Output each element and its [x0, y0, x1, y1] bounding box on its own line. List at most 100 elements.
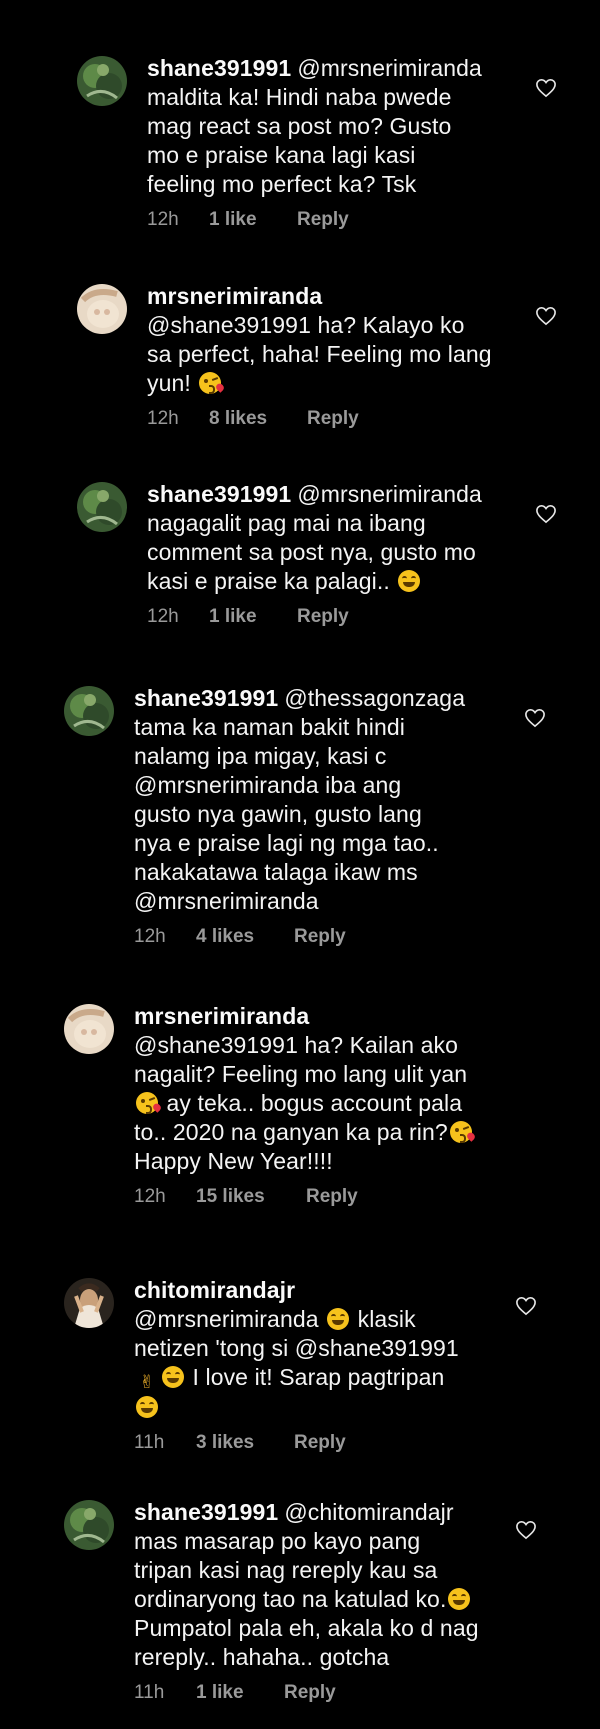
reply-button[interactable]: Reply	[297, 606, 349, 628]
heart-outline-icon[interactable]	[524, 708, 546, 728]
comment-text: chitomirandajr @mrsnerimiranda klasik ne…	[134, 1276, 504, 1422]
comment-body: shane391991 @chitomirandajr mas masarap p…	[134, 1498, 504, 1704]
face-blowing-kiss-emoji	[449, 1121, 477, 1143]
comment-line: @mrsnerimiranda	[134, 888, 319, 914]
comment-likes[interactable]: 4 likes	[196, 926, 294, 948]
comment-line: gusto nya gawin, gusto lang	[134, 801, 422, 827]
comment-body: mrsnerimiranda @shane391991 ha? Kailan a…	[134, 1002, 504, 1208]
comment-username[interactable]: chitomirandajr	[134, 1277, 295, 1303]
comment-line: ordinaryong tao na katulad ko.	[134, 1585, 504, 1614]
avatar[interactable]	[64, 1500, 114, 1550]
comment-likes[interactable]: 1 like	[209, 209, 297, 231]
comment-line-text: ay teka.. bogus account pala	[166, 1090, 463, 1116]
heart-outline-icon[interactable]	[515, 1520, 537, 1540]
mention-link[interactable]: @thessagonzaga	[284, 685, 465, 711]
comment-line: tripan kasi nag rereply kau sa	[134, 1557, 438, 1583]
comment-body: shane391991 @mrsnerimiranda nagagalit pag…	[147, 480, 517, 628]
comment-line	[134, 1393, 504, 1422]
comment-line: tama ka naman bakit hindi	[134, 714, 405, 740]
comment-line: mo e praise kana lagi kasi	[147, 142, 416, 168]
grinning-emoji	[162, 1366, 184, 1388]
comment-username[interactable]: mrsnerimiranda	[147, 283, 322, 309]
comment-line: @mrsnerimiranda iba ang	[134, 772, 402, 798]
reply-button[interactable]: Reply	[284, 1682, 336, 1704]
mention-link[interactable]: @mrsnerimiranda	[297, 55, 482, 81]
comment-username[interactable]: shane391991	[147, 481, 291, 507]
comment-line: to.. 2020 na ganyan ka pa rin?	[134, 1118, 504, 1147]
comment-line: nakakatawa talaga ikaw ms	[134, 859, 418, 885]
comment-time: 12h	[147, 408, 179, 429]
comment-meta: 11h 1 like Reply	[134, 1682, 504, 1704]
comment-line-text: to.. 2020 na ganyan ka pa rin?	[134, 1119, 448, 1145]
reply-button[interactable]: Reply	[306, 1186, 358, 1208]
comment-line: nagalit? Feeling mo lang ulit yan	[134, 1061, 468, 1087]
comment-text: mrsnerimiranda @shane391991 ha? Kalayo k…	[147, 282, 517, 398]
comment-thread: shane391991 @mrsnerimiranda maldita ka! H…	[0, 0, 600, 1729]
comment-line: mas masarap po kayo pang	[134, 1528, 421, 1554]
mention-link[interactable]: @mrsnerimiranda	[297, 481, 482, 507]
grinning-emoji	[448, 1588, 471, 1610]
comment-line: nalamg ipa migay, kasi c	[134, 743, 387, 769]
comment-time: 12h	[134, 926, 166, 947]
grinning-emoji	[327, 1308, 350, 1330]
sign-of-horns-emoji: ✌	[139, 1372, 155, 1392]
comment-line: mag react sa post mo? Gusto	[147, 113, 452, 139]
comment-text: shane391991 @mrsnerimiranda maldita ka! H…	[147, 54, 517, 199]
comment-line: @shane391991 ha? Kalayo ko	[147, 312, 465, 338]
avatar[interactable]	[64, 1004, 114, 1054]
comment-line: yun!	[147, 369, 517, 398]
comment-line: @mrsnerimiranda klasik	[134, 1305, 504, 1334]
comment-username[interactable]: shane391991	[134, 1499, 278, 1525]
comment-meta: 11h 3 likes Reply	[134, 1432, 504, 1454]
comment-text: shane391991 @mrsnerimiranda nagagalit pag…	[147, 480, 517, 596]
comment-line-text: kasi e praise ka palagi..	[147, 568, 390, 594]
heart-outline-icon[interactable]	[535, 306, 557, 326]
comment-line: maldita ka! Hindi naba pwede	[147, 84, 452, 110]
comment-time: 12h	[134, 1186, 166, 1207]
reply-button[interactable]: Reply	[307, 408, 359, 430]
comment-body: mrsnerimiranda @shane391991 ha? Kalayo k…	[147, 282, 517, 430]
heart-outline-icon[interactable]	[535, 78, 557, 98]
avatar[interactable]	[77, 482, 127, 532]
comment-username[interactable]: shane391991	[147, 55, 291, 81]
comment-line: Pumpatol pala eh, akala ko d nag	[134, 1615, 479, 1641]
comment-text: mrsnerimiranda @shane391991 ha? Kailan a…	[134, 1002, 504, 1176]
comment-username[interactable]: shane391991	[134, 685, 278, 711]
avatar[interactable]	[77, 56, 127, 106]
reply-button[interactable]: Reply	[294, 1432, 346, 1454]
avatar[interactable]	[64, 1278, 114, 1328]
comment-time: 12h	[147, 209, 179, 230]
mention-link[interactable]: @chitomirandajr	[284, 1499, 453, 1525]
comment-likes[interactable]: 1 like	[209, 606, 297, 628]
comment-meta: 12h 8 likes Reply	[147, 408, 517, 430]
comment-line: Happy New Year!!!!	[134, 1148, 333, 1174]
comment-line: ay teka.. bogus account pala	[134, 1089, 504, 1118]
comment-line: nya e praise lagi ng mga tao..	[134, 830, 439, 856]
comment-line: kasi e praise ka palagi..	[147, 567, 517, 596]
comment-meta: 12h 4 likes Reply	[134, 926, 504, 948]
comment-line: ✌ I love it! Sarap pagtripan	[134, 1363, 504, 1393]
reply-button[interactable]: Reply	[297, 209, 349, 231]
comment-body: shane391991 @thessagonzaga tama ka naman …	[134, 684, 504, 948]
comment-line-text: yun!	[147, 370, 191, 396]
heart-outline-icon[interactable]	[515, 1296, 537, 1316]
comment-username[interactable]: mrsnerimiranda	[134, 1003, 309, 1029]
reply-button[interactable]: Reply	[294, 926, 346, 948]
avatar[interactable]	[77, 284, 127, 334]
mention-link[interactable]: @mrsnerimiranda	[134, 1306, 319, 1332]
comment-likes[interactable]: 3 likes	[196, 1432, 294, 1454]
comment-line-text: ordinaryong tao na katulad ko.	[134, 1586, 447, 1612]
comment-likes[interactable]: 1 like	[196, 1682, 284, 1704]
comment-meta: 12h 1 like Reply	[147, 606, 517, 628]
comment-line: @shane391991 ha? Kailan ako	[134, 1032, 459, 1058]
avatar[interactable]	[64, 686, 114, 736]
comment-time: 11h	[134, 1682, 165, 1703]
comment-meta: 12h 15 likes Reply	[134, 1186, 504, 1208]
heart-outline-icon[interactable]	[535, 504, 557, 524]
comment-likes[interactable]: 15 likes	[196, 1186, 306, 1208]
comment-line: netizen 'tong si @shane391991	[134, 1335, 459, 1361]
comment-time: 11h	[134, 1432, 165, 1453]
grinning-emoji	[136, 1396, 158, 1418]
comment-likes[interactable]: 8 likes	[209, 408, 307, 430]
comment-body: shane391991 @mrsnerimiranda maldita ka! H…	[147, 54, 517, 231]
